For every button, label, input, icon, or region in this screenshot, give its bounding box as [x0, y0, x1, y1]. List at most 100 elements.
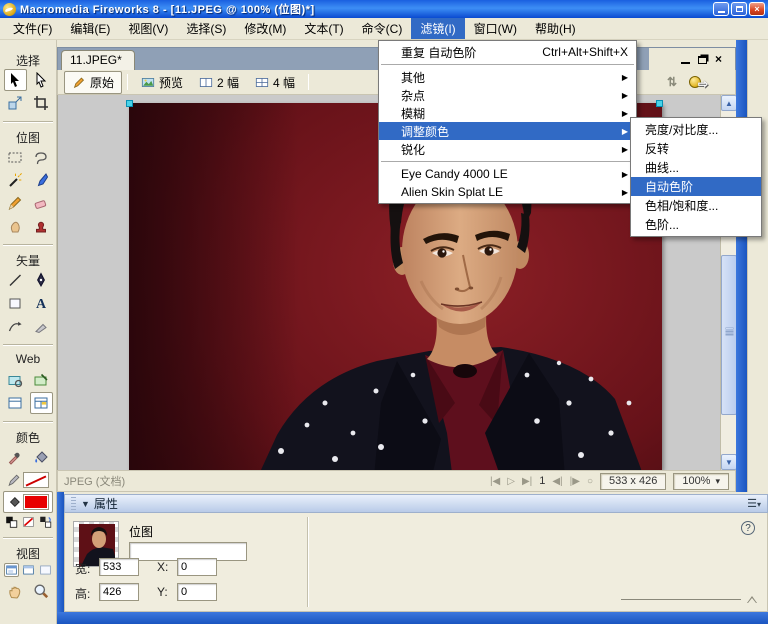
stroke-color-swatch[interactable]: [23, 472, 49, 488]
original-view-button[interactable]: 原始: [64, 71, 122, 94]
submenu-item-invert[interactable]: 反转: [631, 139, 761, 158]
hotspot-tool-icon[interactable]: [4, 369, 27, 391]
hide-slices-icon[interactable]: [4, 392, 27, 414]
show-slices-icon[interactable]: [30, 392, 53, 414]
rectangle-tool-icon[interactable]: [4, 292, 27, 314]
preview-view-button[interactable]: 预览: [133, 71, 191, 94]
menu-item-repeat-auto-levels[interactable]: 重复 自动色阶 Ctrl+Alt+Shift+X: [379, 43, 636, 61]
default-colors-icon[interactable]: [4, 515, 19, 529]
section-label-vector: 矢量: [0, 252, 56, 268]
menu-item-noise[interactable]: 杂点▶: [379, 86, 636, 104]
menu-edit[interactable]: 编辑(E): [61, 18, 119, 39]
submenu-item-auto-levels[interactable]: 自动色阶: [631, 177, 761, 196]
freeform-tool-icon[interactable]: [4, 315, 27, 337]
width-input[interactable]: [99, 558, 139, 576]
menu-item-eye-candy[interactable]: Eye Candy 4000 LE▶: [379, 165, 636, 183]
subselection-tool-icon[interactable]: [30, 69, 53, 91]
paint-bucket-tool-icon[interactable]: [30, 446, 53, 468]
menu-item-sharpen[interactable]: 锐化▶: [379, 140, 636, 158]
zoom-level-select[interactable]: 100%▾: [673, 473, 729, 490]
last-frame-icon[interactable]: ▶|: [522, 476, 532, 487]
collapse-caret-icon[interactable]: ▼: [81, 499, 90, 509]
document-tab[interactable]: 11.JPEG*: [61, 50, 135, 70]
height-input[interactable]: [99, 583, 139, 601]
line-tool-icon[interactable]: [4, 269, 27, 291]
zoom-tool-icon[interactable]: [30, 580, 53, 602]
standard-screen-mode-icon[interactable]: [4, 563, 19, 577]
two-up-view-button[interactable]: 2 幅: [191, 71, 247, 94]
next-frame-icon[interactable]: |▶: [570, 476, 580, 487]
x-input[interactable]: [177, 558, 217, 576]
fill-color-row[interactable]: [3, 491, 53, 513]
prev-frame-icon[interactable]: ◀|: [552, 476, 562, 487]
menu-modify[interactable]: 修改(M): [235, 18, 295, 39]
submenu-item-levels[interactable]: 色阶...: [631, 215, 761, 234]
menu-help[interactable]: 帮助(H): [526, 18, 585, 39]
menu-window[interactable]: 窗口(W): [465, 18, 526, 39]
fullscreen-menus-mode-icon[interactable]: [21, 563, 36, 577]
eyedropper-tool-icon[interactable]: [4, 446, 27, 468]
submenu-item-hue-saturation[interactable]: 色相/饱和度...: [631, 196, 761, 215]
menu-select[interactable]: 选择(S): [177, 18, 235, 39]
selection-handle-topright[interactable]: [656, 100, 663, 107]
close-button[interactable]: ×: [749, 2, 765, 16]
crop-tool-icon[interactable]: [30, 92, 53, 114]
menu-filters[interactable]: 滤镜(I): [411, 18, 464, 39]
pointer-tool-icon[interactable]: [4, 69, 27, 91]
two-pane-icon: [199, 76, 213, 89]
help-icon[interactable]: ?: [741, 521, 755, 535]
doc-close-icon[interactable]: ×: [715, 53, 727, 65]
brush-tool-icon[interactable]: [30, 169, 53, 191]
submenu-item-brightness-contrast[interactable]: 亮度/对比度...: [631, 120, 761, 139]
marquee-tool-icon[interactable]: [4, 146, 27, 168]
knife-tool-icon[interactable]: [30, 315, 53, 337]
panel-options-icon[interactable]: ☰▾: [747, 497, 761, 510]
scrollbar-thumb[interactable]: [721, 255, 737, 415]
stop-icon[interactable]: ○: [587, 476, 593, 487]
four-up-view-button[interactable]: 4 幅: [247, 71, 303, 94]
slice-tool-icon[interactable]: [30, 369, 53, 391]
eraser-tool-icon[interactable]: [30, 192, 53, 214]
panel-gripper-icon[interactable]: [71, 497, 76, 510]
expand-triangle-icon[interactable]: [747, 596, 757, 603]
minimize-button[interactable]: [713, 2, 729, 16]
doc-restore-icon[interactable]: [698, 56, 707, 64]
magic-wand-tool-icon[interactable]: [4, 169, 27, 191]
rubber-stamp-tool-icon[interactable]: [30, 215, 53, 237]
play-icon[interactable]: ▷: [507, 476, 515, 487]
blur-tool-icon[interactable]: [4, 215, 27, 237]
sort-icon[interactable]: ⇅: [667, 75, 677, 89]
no-color-icon[interactable]: [21, 515, 36, 529]
pencil-tool-icon[interactable]: [4, 192, 27, 214]
y-input[interactable]: [177, 583, 217, 601]
maximize-button[interactable]: [731, 2, 747, 16]
fill-bucket-icon: [7, 495, 21, 509]
hand-tool-icon[interactable]: [4, 580, 27, 602]
menu-item-alien-skin[interactable]: Alien Skin Splat LE▶: [379, 183, 636, 201]
properties-header[interactable]: ▼ 属性 ☰▾: [64, 494, 768, 513]
menu-view[interactable]: 视图(V): [119, 18, 177, 39]
menu-commands[interactable]: 命令(C): [353, 18, 412, 39]
text-tool-icon[interactable]: A: [30, 292, 53, 314]
panel-expander[interactable]: [621, 596, 757, 603]
scale-tool-icon[interactable]: [4, 92, 27, 114]
stroke-color-row[interactable]: [0, 469, 56, 491]
doc-minimize-icon[interactable]: [681, 55, 690, 64]
quick-export-icon[interactable]: ⇨: [689, 75, 715, 89]
submenu-arrow-icon: ▶: [622, 91, 628, 100]
fill-color-swatch[interactable]: [23, 494, 49, 510]
scroll-up-icon[interactable]: ▲: [721, 95, 737, 111]
menu-item-adjust-color[interactable]: 调整颜色▶: [379, 122, 636, 140]
pen-tool-icon[interactable]: [30, 269, 53, 291]
lasso-tool-icon[interactable]: [30, 146, 53, 168]
menu-item-blur[interactable]: 模糊▶: [379, 104, 636, 122]
swap-colors-icon[interactable]: [38, 515, 53, 529]
submenu-item-curves[interactable]: 曲线...: [631, 158, 761, 177]
first-frame-icon[interactable]: |◀: [490, 476, 500, 487]
selection-handle-topleft[interactable]: [126, 100, 133, 107]
menu-item-other[interactable]: 其他▶: [379, 68, 636, 86]
scroll-down-icon[interactable]: ▼: [721, 454, 737, 470]
menu-text[interactable]: 文本(T): [295, 18, 352, 39]
fullscreen-mode-icon[interactable]: [38, 563, 53, 577]
menu-file[interactable]: 文件(F): [4, 18, 61, 39]
